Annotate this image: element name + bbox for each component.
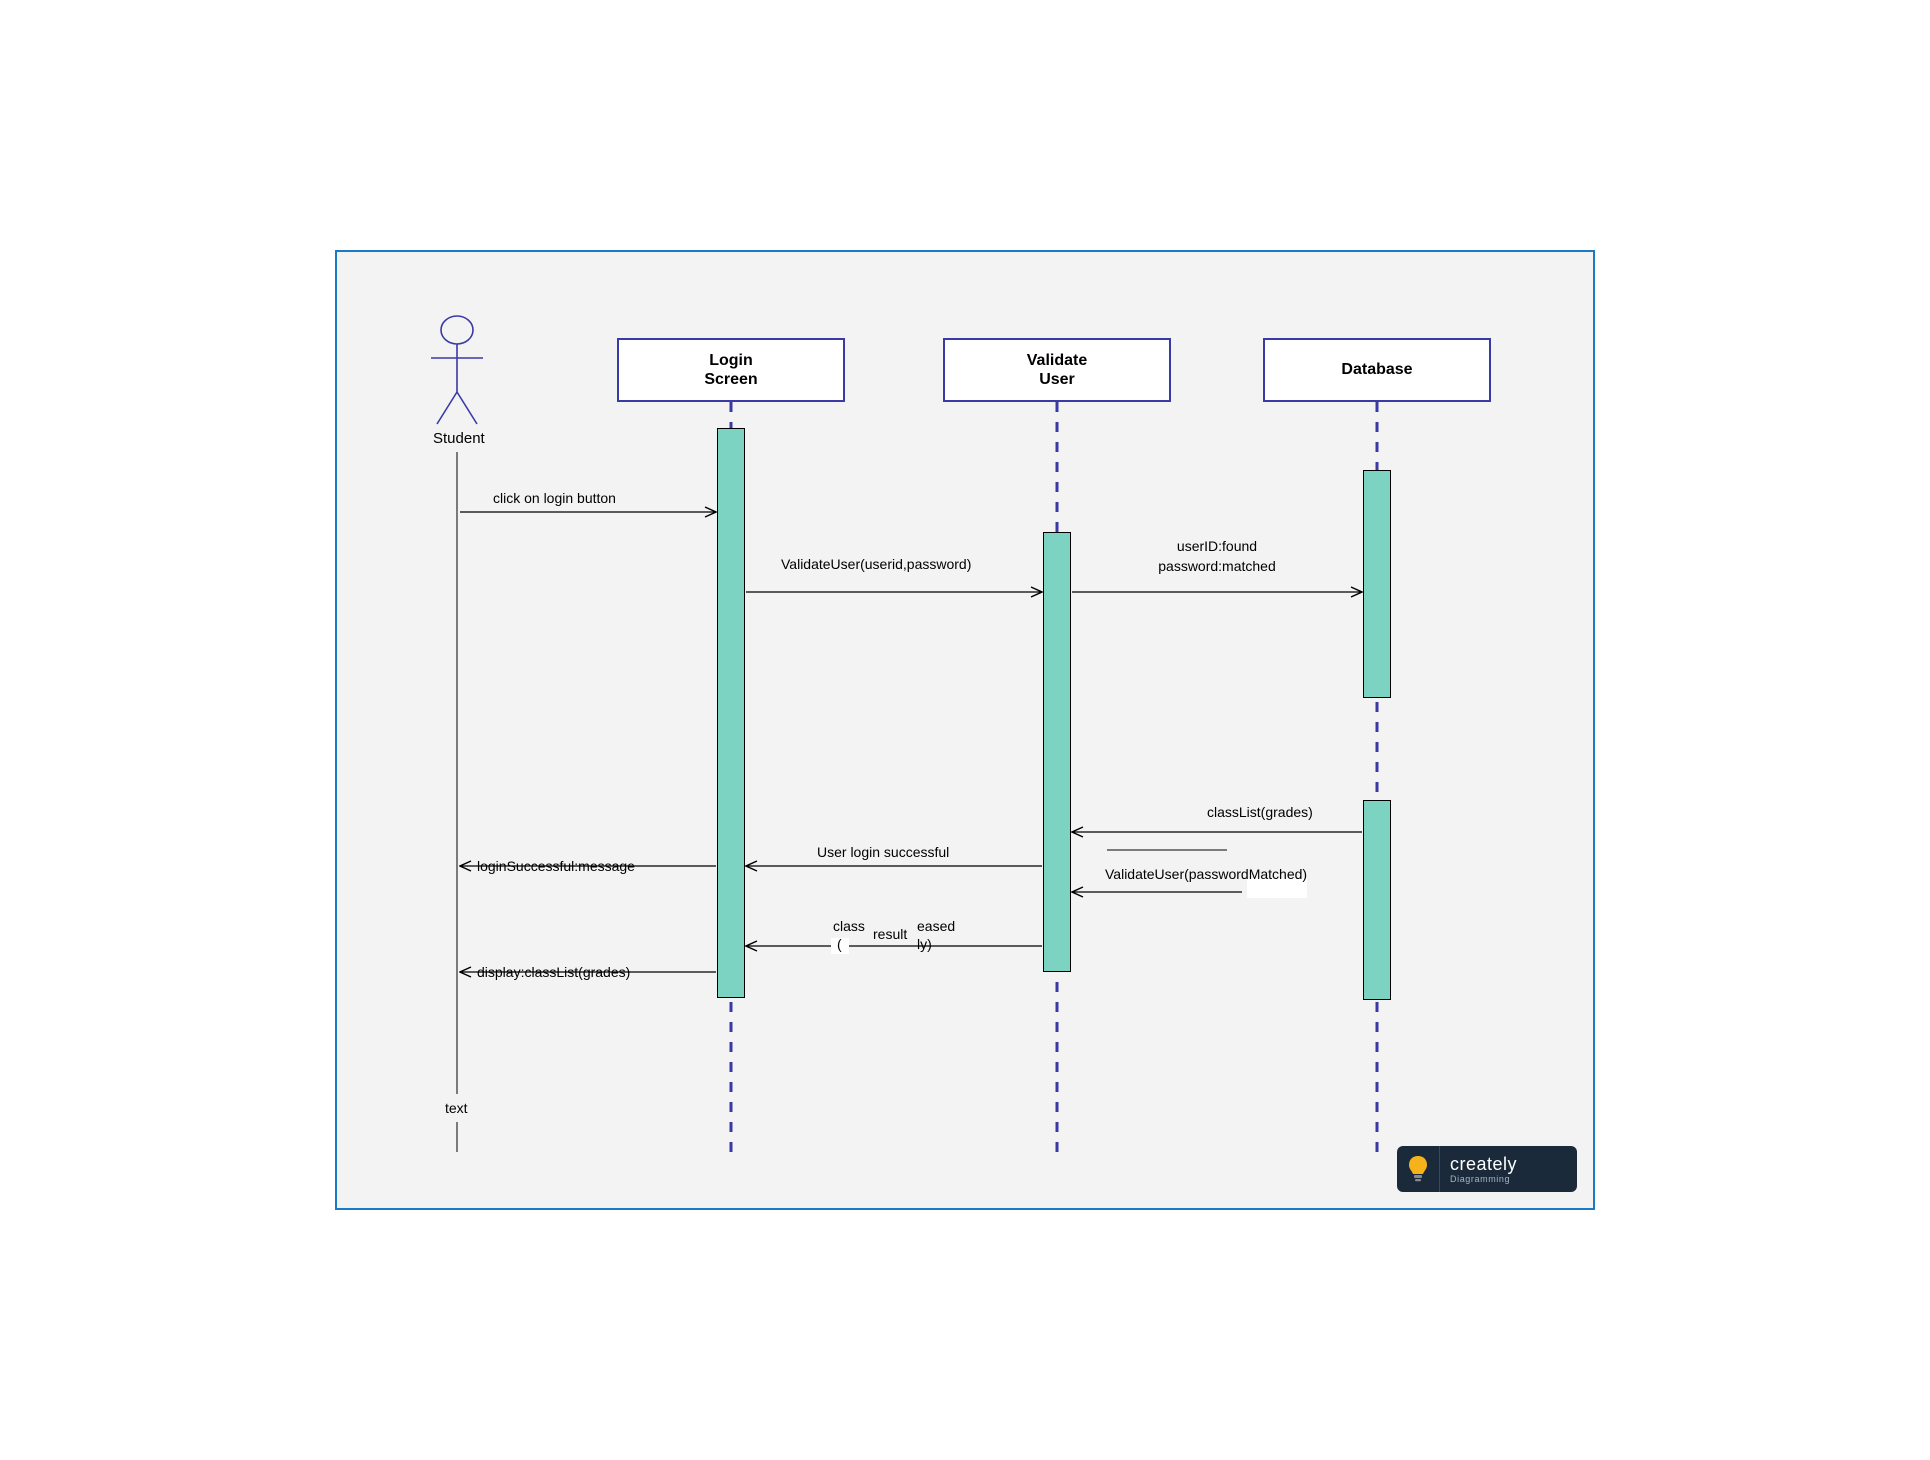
creately-logo: creately Diagramming (1397, 1146, 1577, 1192)
logo-tagline: Diagramming (1450, 1175, 1577, 1184)
msg-click-login: click on login button (493, 490, 616, 506)
lifeline-label: Validate (1027, 351, 1087, 370)
activation-database-2 (1363, 800, 1391, 1000)
msg-frag-ly: ly) (917, 936, 932, 952)
msg-login-successful-message: loginSuccessful:message (477, 858, 635, 874)
msg-validate-password-matched: ValidateUser(passwordMatched) (1105, 866, 1307, 882)
msg-login-successful: User login successful (817, 844, 949, 860)
lifeline-login-screen[interactable]: Login Screen (617, 338, 845, 402)
msg-frag-eased: eased (917, 918, 955, 934)
lifeline-database[interactable]: Database (1263, 338, 1491, 402)
actor-stick-figure (431, 316, 483, 424)
lifeline-label: Screen (704, 370, 757, 389)
msg-frag-class: class (833, 918, 865, 934)
sequence-diagram-canvas: { "diagram": { "type": "UML Sequence Dia… (335, 250, 1595, 1210)
msg-classlist-grades: classList(grades) (1207, 804, 1313, 820)
lifeline-label: User (1027, 370, 1087, 389)
lifeline-label: Database (1341, 360, 1412, 379)
msg-userid-found: userID:found (1177, 538, 1257, 554)
activation-database-1 (1363, 470, 1391, 698)
msg-validate-user: ValidateUser(userid,password) (781, 556, 971, 572)
msg-frag-paren: ( (837, 936, 842, 952)
lightbulb-icon (1397, 1146, 1440, 1192)
lifeline-validate-user[interactable]: Validate User (943, 338, 1171, 402)
lifeline-label: Login (704, 351, 757, 370)
logo-name: creately (1450, 1155, 1577, 1173)
msg-display-classlist: display:classList(grades) (477, 964, 630, 980)
note-text: text (445, 1100, 468, 1116)
msg-password-matched: password:matched (1158, 558, 1276, 574)
activation-login (717, 428, 745, 998)
actor-label: Student (433, 430, 485, 447)
activation-validate (1043, 532, 1071, 972)
msg-frag-result: result (873, 926, 907, 942)
